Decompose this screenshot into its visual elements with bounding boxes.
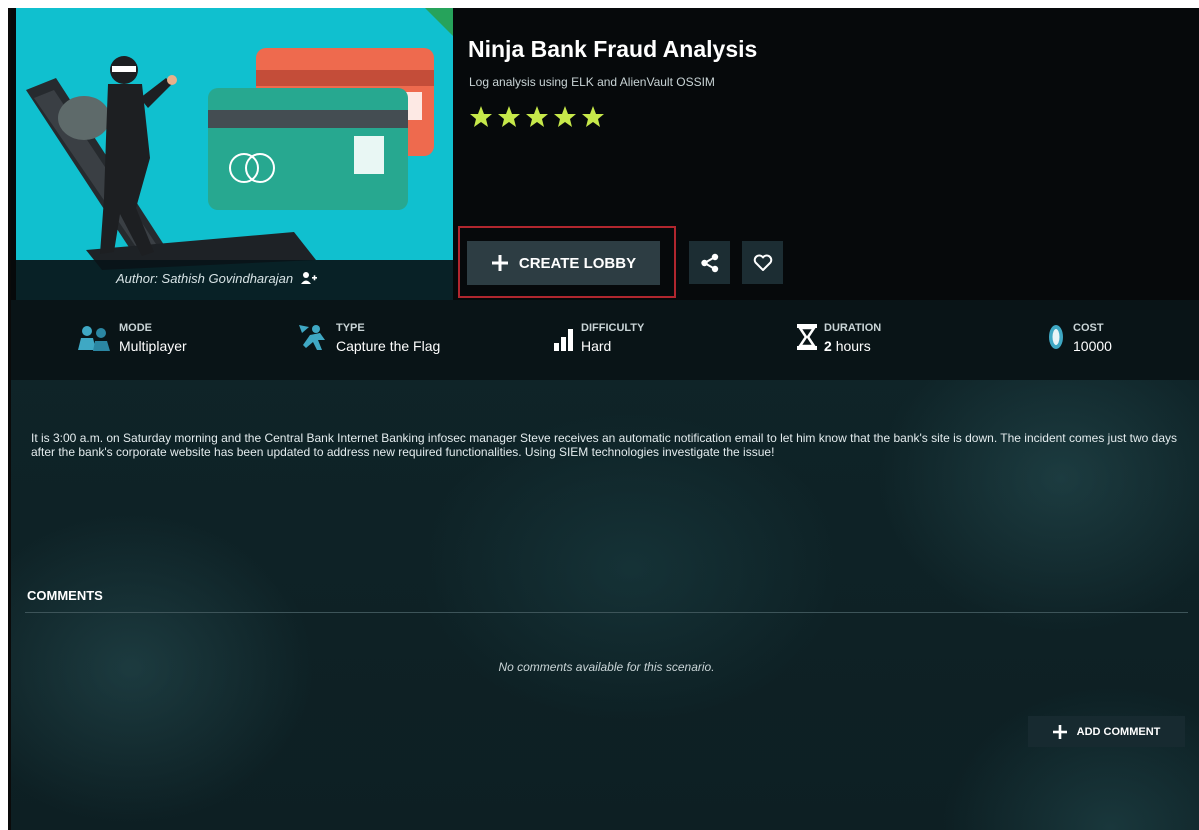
comments-heading: COMMENTS [27, 588, 103, 603]
share-button[interactable] [689, 241, 730, 284]
favorite-button[interactable] [742, 241, 783, 284]
add-comment-button[interactable]: ADD COMMENT [1028, 716, 1185, 747]
stat-cost: COST 10000 [1045, 322, 1112, 354]
cover-image [16, 8, 453, 300]
stat-difficulty-value: Hard [581, 338, 612, 354]
scenario-hero: Author: Sathish Govindharajan Ninja Bank… [11, 8, 1199, 300]
cover-corner-tag [425, 8, 453, 36]
no-comments-message: No comments available for this scenario. [498, 660, 715, 674]
add-user-icon[interactable] [300, 272, 317, 287]
stat-type: TYPE Capture the Flag [296, 322, 440, 354]
flag-runner-icon [299, 325, 325, 350]
heart-icon [753, 254, 772, 271]
create-lobby-label: CREATE LOBBY [518, 254, 637, 272]
stat-difficulty: DIFFICULTY Hard [553, 322, 644, 354]
scenario-description: It is 3:00 a.m. on Saturday morning and … [31, 431, 1178, 459]
author-name: Author: Sathish Govindharajan [116, 271, 294, 286]
rating-stars [469, 105, 605, 129]
plus-icon [491, 255, 508, 271]
add-comment-label: ADD COMMENT [1076, 725, 1161, 738]
share-icon [700, 253, 718, 272]
stat-mode: MODE Multiplayer [77, 322, 187, 354]
stat-duration-label: DURATION [824, 322, 882, 334]
stat-mode-label: MODE [119, 322, 152, 334]
hourglass-icon [797, 324, 817, 350]
stat-mode-value: Multiplayer [119, 338, 187, 354]
multiplayer-icon [78, 326, 110, 351]
star-icon [554, 106, 576, 127]
scenario-stats-bar: MODE Multiplayer TYPE Capture the Flag D… [11, 300, 1199, 380]
scenario-subtitle: Log analysis using ELK and AlienVault OS… [469, 75, 715, 89]
scenario-page: Author: Sathish Govindharajan Ninja Bank… [8, 8, 1199, 830]
star-icon [526, 106, 548, 127]
scenario-title: Ninja Bank Fraud Analysis [468, 36, 758, 62]
hacker-illustration [26, 48, 434, 270]
coin-icon [1049, 325, 1063, 349]
stat-difficulty-label: DIFFICULTY [581, 322, 645, 334]
stat-duration-value: 2 hours [824, 338, 881, 354]
star-icon [470, 106, 492, 127]
star-icon [498, 106, 520, 127]
stat-type-label: TYPE [336, 322, 365, 334]
stat-type-value: Capture the Flag [336, 338, 441, 354]
author-line: Author: Sathish Govindharajan [116, 271, 317, 287]
create-lobby-button[interactable]: CREATE LOBBY [467, 241, 660, 285]
stat-duration: DURATION 2 hours [796, 322, 881, 354]
comments-divider [25, 612, 1188, 613]
plus-icon [1052, 724, 1067, 739]
stat-cost-label: COST [1073, 322, 1104, 334]
stat-cost-value: 10000 [1073, 338, 1112, 354]
stat-duration-unit: hours [835, 338, 871, 354]
difficulty-bars-icon [554, 329, 573, 351]
star-icon [582, 106, 604, 127]
stat-duration-number: 2 [824, 338, 832, 354]
